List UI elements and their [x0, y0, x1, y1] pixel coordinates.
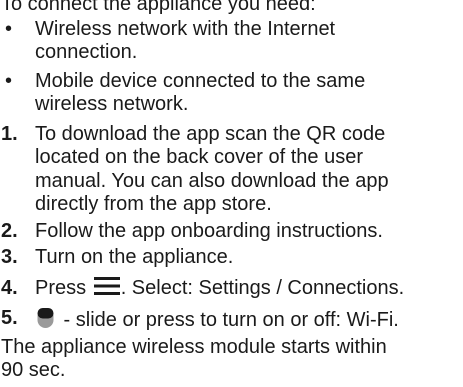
requirement-item: • Wireless network with the Internet con…	[0, 18, 463, 65]
step-text-before-icon: Press	[35, 276, 87, 299]
intro-text: To connect the appliance you need:	[1, 0, 316, 15]
step-line: manual. You can also download the app	[35, 169, 389, 192]
step-item-2: 2. Follow the app onboarding instruction…	[0, 220, 463, 244]
requirement-line: Mobile device connected to the same	[35, 69, 366, 92]
step-item-3: 3. Turn on the appliance.	[0, 246, 463, 270]
bullet-mark: •	[5, 69, 13, 92]
step-line: To download the app scan the QR code	[35, 122, 386, 145]
requirement-line: Wireless network with the Internet	[35, 17, 336, 40]
step-number: 3.	[1, 246, 18, 268]
bullet-mark: •	[5, 17, 13, 40]
requirements-list: • Wireless network with the Internet con…	[0, 18, 463, 117]
step-text: Turn on the appliance.	[35, 246, 234, 268]
step-text: Press . Select: Settings / Connections.	[35, 276, 463, 301]
steps-list: 1. To download the app scan the QR code …	[0, 123, 463, 333]
note-line: 90 sec.	[1, 359, 66, 381]
step-text-after-icon: - slide or press to turn on or off: Wi-F…	[58, 309, 399, 331]
step-item-1: 1. To download the app scan the QR code …	[0, 123, 463, 217]
instruction-page: To connect the appliance you need: • Wir…	[0, 0, 463, 383]
requirement-item: • Mobile device connected to the same wi…	[0, 70, 463, 117]
step-number: 2.	[1, 219, 18, 242]
step-number: 4.	[1, 276, 18, 299]
step-text: - slide or press to turn on or off: Wi-F…	[35, 307, 463, 333]
toggle-icon	[37, 307, 54, 329]
requirement-line: connection.	[35, 41, 138, 63]
step-line: directly from the app store.	[35, 193, 272, 215]
requirement-line: wireless network.	[35, 93, 189, 115]
step-text: Follow the app onboarding instructions.	[35, 219, 383, 242]
step-text-after-icon: . Select: Settings / Connections.	[120, 276, 405, 299]
step-item-5: 5. - slide or press to turn on or off: W…	[0, 307, 463, 333]
wireless-module-note: The appliance wireless module starts wit…	[0, 336, 463, 383]
step-number: 5.	[1, 307, 18, 329]
menu-icon	[93, 276, 120, 295]
step-number: 1.	[1, 122, 18, 145]
note-line: The appliance wireless module starts wit…	[1, 335, 387, 358]
step-item-4: 4. Press . Select: Settings / Connection…	[0, 276, 463, 301]
step-line: located on the back cover of the user	[35, 146, 363, 168]
